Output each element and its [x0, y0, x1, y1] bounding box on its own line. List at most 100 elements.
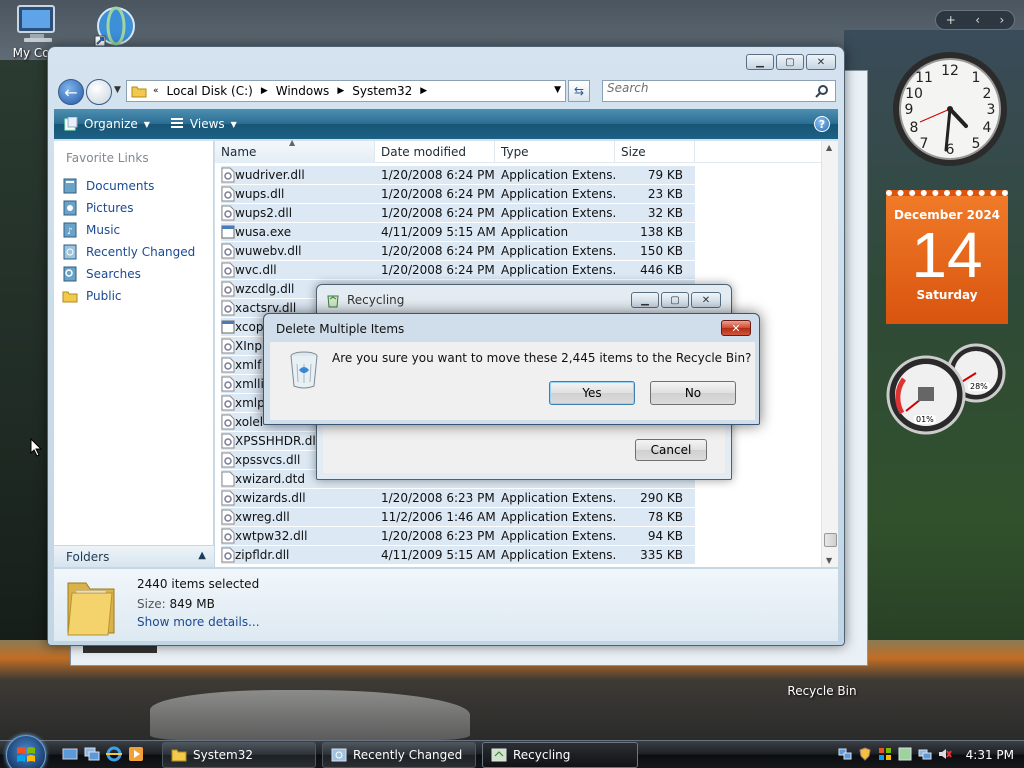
file-row[interactable]: wudriver.dll 1/20/2008 6:24 PM Application…	[221, 166, 695, 185]
clock-gadget[interactable]: 12 12 345 678 91011	[890, 48, 1010, 170]
chevron-right-icon[interactable]: ▶	[337, 86, 344, 96]
refresh-button[interactable]: ⇆	[568, 80, 590, 102]
size-label: Size:	[137, 597, 166, 611]
file-row[interactable]: xwizards.dll 1/20/2008 6:23 PM Application…	[221, 489, 695, 508]
media-player-icon[interactable]	[128, 746, 144, 765]
minimize-icon: ▁	[756, 56, 764, 68]
desktop-icon-recycle-bin[interactable]: Recycle Bin	[782, 684, 862, 698]
help-icon[interactable]: ?	[814, 116, 830, 132]
no-button[interactable]: No	[650, 381, 736, 405]
recent-pages-dropdown[interactable]: ▼	[114, 85, 121, 95]
column-header-date[interactable]: Date modified	[375, 141, 495, 163]
maximize-button[interactable]: ▢	[776, 54, 804, 70]
dll-file-icon	[221, 300, 235, 316]
organize-button[interactable]: Organize ▼	[64, 117, 150, 131]
sidebar-controls[interactable]: + ‹ ›	[935, 10, 1015, 30]
cpu-meter-gadget[interactable]: 01% 28%	[886, 343, 1010, 435]
file-row[interactable]: wups.dll 1/20/2008 6:24 PM Application Ext…	[221, 185, 695, 204]
folder-icon	[131, 86, 147, 98]
file-row[interactable]: wups2.dll 1/20/2008 6:24 PM Application Ex…	[221, 204, 695, 223]
show-desktop-icon[interactable]	[62, 746, 78, 765]
chevron-up-icon: ▲	[198, 550, 206, 561]
recycle-bin-icon	[290, 351, 318, 389]
chevron-right-icon[interactable]: ▶	[261, 86, 268, 96]
nav-link-pictures[interactable]: Pictures	[62, 197, 195, 219]
minimize-button[interactable]: ▁	[631, 292, 659, 308]
breadcrumb-local-disk[interactable]: Local Disk (C:)	[167, 84, 253, 98]
breadcrumb-overflow[interactable]: «	[153, 86, 159, 96]
chevron-right-icon[interactable]: ›	[999, 13, 1004, 27]
breadcrumb-windows[interactable]: Windows	[276, 84, 330, 98]
yes-button[interactable]: Yes	[549, 381, 635, 405]
desktop-icon-network[interactable]	[90, 4, 142, 50]
file-name-cell: xwtpw32.dll	[221, 528, 375, 544]
nav-link-searches[interactable]: Searches	[62, 263, 195, 285]
back-button[interactable]: ←	[58, 79, 84, 105]
cpu-usage: 01%	[914, 415, 936, 424]
show-more-details-link[interactable]: Show more details...	[137, 615, 260, 629]
sync-tray-icon[interactable]	[898, 747, 912, 764]
scroll-down-icon[interactable]: ▼	[826, 556, 832, 565]
breadcrumb-system32[interactable]: System32	[352, 84, 412, 98]
calendar-weekday: Saturday	[916, 288, 978, 302]
scroll-up-icon[interactable]: ▲	[826, 143, 832, 152]
search-icon[interactable]	[815, 84, 829, 98]
views-button[interactable]: Views ▼	[170, 117, 237, 131]
network-status-icon[interactable]	[918, 747, 932, 764]
forward-button[interactable]	[86, 79, 112, 105]
svg-text:2: 2	[983, 86, 992, 102]
scrollbar-thumb[interactable]	[824, 533, 837, 547]
chevron-right-icon[interactable]: ▶	[420, 86, 427, 96]
taskbar-button-recently-changed[interactable]: Recently Changed	[322, 742, 476, 768]
close-button[interactable]: ✕	[691, 292, 721, 308]
file-name: wusa.exe	[235, 225, 292, 239]
file-row[interactable]: xwreg.dll 11/2/2006 1:46 AM Application Ex…	[221, 508, 695, 527]
dialog-message: Are you sure you want to move these 2,44…	[332, 351, 752, 365]
switch-windows-icon[interactable]	[84, 746, 100, 765]
add-gadget-icon[interactable]: +	[946, 13, 956, 27]
network-tray-icon[interactable]	[838, 747, 852, 764]
file-row[interactable]: wuwebv.dll 1/20/2008 6:24 PM Application E…	[221, 242, 695, 261]
security-shield-icon[interactable]	[858, 746, 872, 764]
maximize-button[interactable]: ▢	[661, 292, 689, 308]
nav-link-music[interactable]: ♪ Music	[62, 219, 195, 241]
folders-toggle[interactable]: Folders ▲	[54, 545, 214, 567]
dll-file-icon	[221, 338, 235, 354]
nav-link-recently-changed[interactable]: Recently Changed	[62, 241, 195, 263]
address-bar[interactable]: « Local Disk (C:) ▶ Windows ▶ System32 ▶…	[126, 80, 566, 102]
file-name-cell: xwizards.dll	[221, 490, 375, 506]
caret-down-icon: ▼	[143, 119, 150, 129]
dll-file-icon	[221, 186, 235, 202]
delete-multiple-items-dialog[interactable]: Delete Multiple Items ✕ Are you sure you…	[263, 313, 760, 425]
column-header-name[interactable]: ▲ Name	[215, 138, 375, 163]
file-row[interactable]: xwtpw32.dll 1/20/2008 6:23 PM Application …	[221, 527, 695, 546]
search-input[interactable]: Search	[602, 80, 836, 102]
file-type: Application Extens...	[501, 263, 615, 277]
close-button[interactable]: ✕	[806, 54, 836, 70]
chevron-left-icon[interactable]: ‹	[975, 13, 980, 27]
minimize-button[interactable]: ▁	[746, 54, 774, 70]
vertical-scrollbar[interactable]: ▲ ▼	[821, 141, 838, 567]
internet-explorer-icon[interactable]	[106, 746, 122, 765]
windows-update-icon[interactable]	[878, 747, 892, 764]
svg-text:5: 5	[972, 136, 981, 152]
start-button[interactable]	[6, 735, 46, 768]
taskbar-button-recycling[interactable]: Recycling	[482, 742, 638, 768]
navigation-pane: Favorite Links Documents Pictures ♪ Musi…	[54, 141, 214, 567]
taskbar-button-system32[interactable]: System32	[162, 742, 316, 768]
column-header-type[interactable]: Type	[495, 141, 615, 163]
nav-link-documents[interactable]: Documents	[62, 175, 195, 197]
file-row[interactable]: wvc.dll 1/20/2008 6:24 PM Application Exte…	[221, 261, 695, 280]
mouse-cursor-icon	[30, 438, 43, 457]
calendar-gadget[interactable]: December 2024 14 Saturday	[886, 190, 1008, 324]
column-header-size[interactable]: Size	[615, 141, 695, 163]
chevron-down-icon[interactable]: ▼	[554, 85, 561, 95]
volume-muted-icon[interactable]	[938, 747, 952, 764]
dialog-close-button[interactable]: ✕	[721, 320, 751, 336]
file-row[interactable]: wusa.exe 4/11/2009 5:15 AM Application 138 …	[221, 223, 695, 242]
cancel-button[interactable]: Cancel	[635, 439, 707, 461]
file-date: 1/20/2008 6:23 PM	[381, 491, 495, 505]
nav-link-public[interactable]: Public	[62, 285, 195, 307]
file-row[interactable]: zipfldr.dll 4/11/2009 5:15 AM Application …	[221, 546, 695, 565]
system-clock[interactable]: 4:31 PM	[966, 748, 1014, 762]
